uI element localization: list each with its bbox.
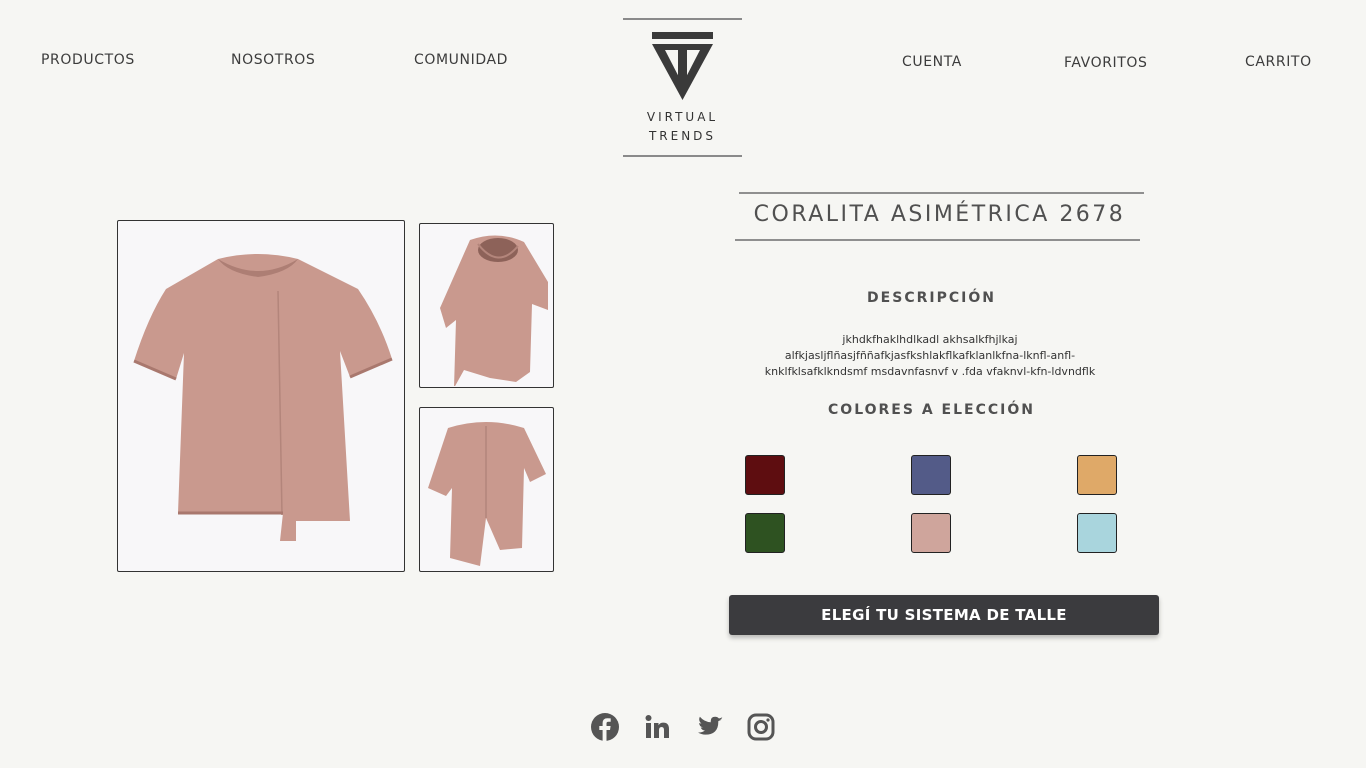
logo-bottom-rule	[623, 155, 742, 157]
description-heading: DESCRIPCIÓN	[867, 290, 996, 306]
thumbnail-back[interactable]	[419, 407, 554, 572]
description-line: knklfklsafklkndsmf msdavnfasnvf v .fda v…	[764, 365, 1096, 378]
color-swatch-green[interactable]	[745, 513, 785, 553]
product-title: CORALITA ASIMÉTRICA 2678	[753, 202, 1126, 227]
logo-mark-icon	[652, 32, 713, 100]
tshirt-side-image	[440, 235, 548, 387]
color-swatch-light-blue[interactable]	[1077, 513, 1117, 553]
title-top-rule	[739, 192, 1144, 194]
logo-word-virtual: VIRTUAL	[646, 110, 719, 124]
logo[interactable]: VIRTUAL TRENDS	[623, 18, 742, 158]
tshirt-front-image	[133, 254, 393, 541]
color-swatch-blue[interactable]	[911, 455, 951, 495]
instagram-icon[interactable]	[746, 712, 776, 742]
nav-favoritos-link[interactable]: FAVORITOS	[1064, 55, 1148, 71]
facebook-icon[interactable]	[590, 712, 620, 742]
product-description: jkhdkfhaklhdlkadl akhsalkfhjlkaj alfkjas…	[750, 332, 1110, 380]
description-line: jkhdkfhaklhdlkadl akhsalkfhjlkaj	[842, 333, 1018, 346]
nav-nosotros-link[interactable]: NOSOTROS	[231, 52, 315, 68]
product-title-block: CORALITA ASIMÉTRICA 2678	[735, 192, 1144, 242]
twitter-icon[interactable]	[695, 712, 725, 742]
color-swatch-orange[interactable]	[1077, 455, 1117, 495]
nav-productos-link[interactable]: PRODUCTOS	[41, 52, 135, 68]
title-bottom-rule	[735, 239, 1140, 241]
logo-word-trends: TRENDS	[648, 129, 717, 143]
tshirt-back-image	[428, 422, 546, 566]
main-product-image[interactable]	[117, 220, 405, 572]
nav-cuenta-link[interactable]: CUENTA	[902, 54, 962, 70]
description-line: alfkjasljflñasjfññafkjasfkshlakflkafklan…	[784, 349, 1076, 362]
nav-carrito-link[interactable]: CARRITO	[1245, 54, 1312, 70]
logo-top-rule	[623, 18, 742, 20]
thumbnail-side[interactable]	[419, 223, 554, 388]
size-system-button[interactable]: ELEGÍ TU SISTEMA DE TALLE	[729, 595, 1159, 635]
nav-comunidad-link[interactable]: COMUNIDAD	[414, 52, 508, 68]
linkedin-icon[interactable]	[643, 712, 673, 742]
color-swatch-red[interactable]	[745, 455, 785, 495]
colors-heading: COLORES A ELECCIÓN	[828, 402, 1035, 418]
color-swatch-pink[interactable]	[911, 513, 951, 553]
